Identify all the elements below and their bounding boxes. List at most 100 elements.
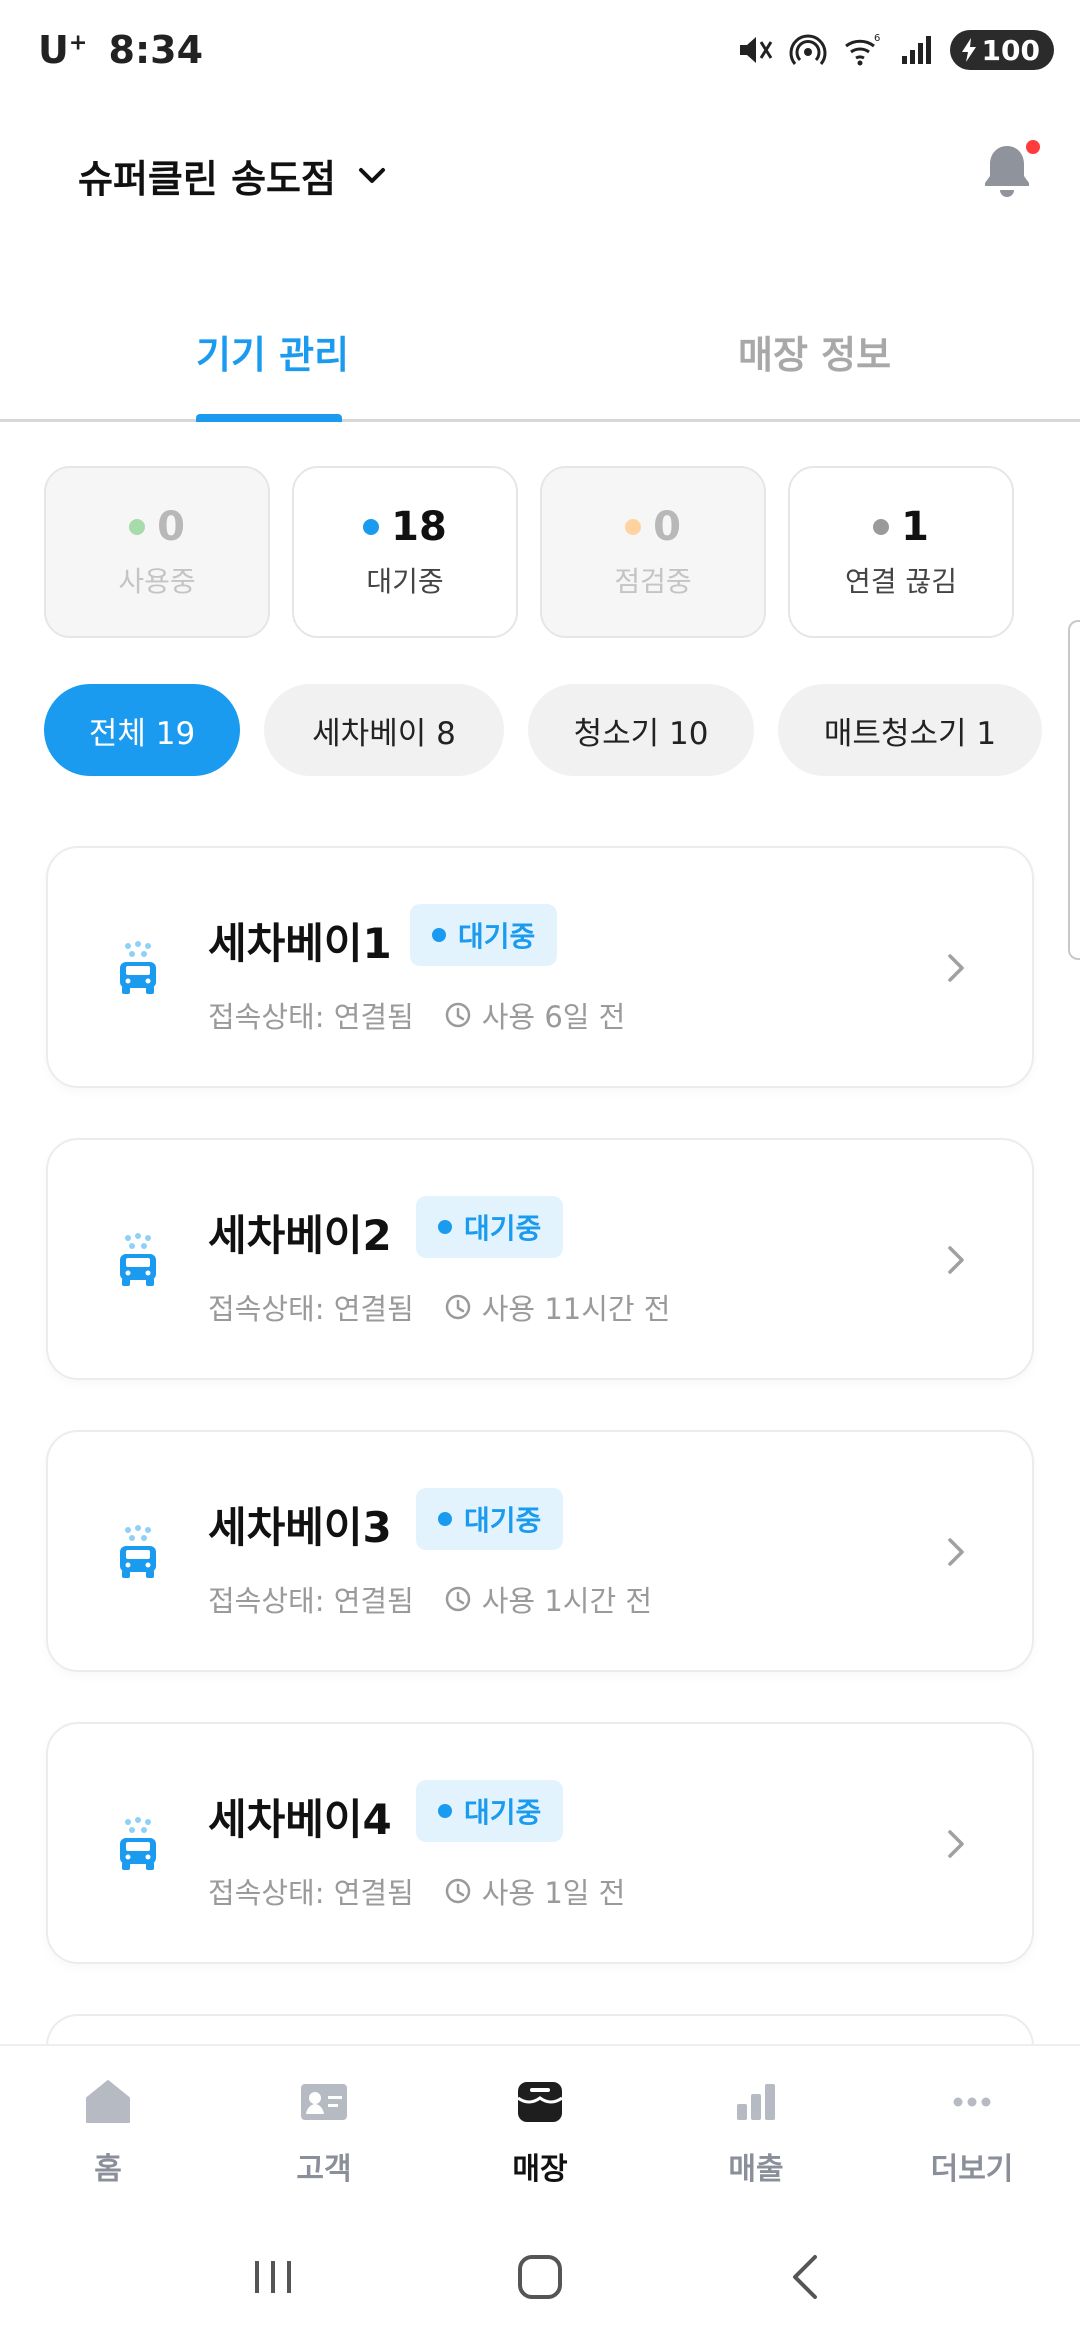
stat-value: 18 xyxy=(391,504,447,550)
tab-bar: 기기 관리 매장 정보 xyxy=(0,300,1080,422)
chevron-down-icon xyxy=(358,167,385,183)
connection-status: 접속상태: 연결됨 xyxy=(208,1000,414,1034)
recent-apps-icon[interactable] xyxy=(243,2247,303,2307)
nav-label: 더보기 xyxy=(930,2152,1014,2187)
last-used: 사용 6일 전 xyxy=(444,994,625,1036)
nav-more[interactable]: 더보기 xyxy=(864,2046,1080,2214)
status-badge: 대기중 xyxy=(416,1196,564,1258)
filter-chip-mat-vacuum[interactable]: 매트청소기 1 xyxy=(778,684,1042,776)
customer-card-icon xyxy=(301,2084,347,2120)
clock-icon xyxy=(445,1878,470,1904)
device-meta: 접속상태: 연결됨 사용 11시간 전 xyxy=(208,1286,671,1328)
nav-label: 매출 xyxy=(728,2152,784,2187)
nav-customer[interactable]: 고객 xyxy=(216,2046,432,2214)
store-icon xyxy=(517,2082,563,2122)
carwash-icon xyxy=(120,1525,156,1578)
carrier-time: U+ 8:34 xyxy=(38,28,203,72)
signal-icon xyxy=(901,36,931,64)
last-used-text: 사용 1시간 전 xyxy=(481,1584,653,1618)
status-badge: 대기중 xyxy=(416,1780,564,1842)
bottom-nav: 홈 고객 매장 매출 더보기 xyxy=(0,2044,1080,2214)
home-icon xyxy=(86,2080,130,2123)
device-card[interactable]: 세차베이1 대기중 접속상태: 연결됨 사용 6일 전 xyxy=(46,846,1034,1088)
status-badge-label: 대기중 xyxy=(464,1212,542,1245)
app-header: 슈퍼클린 송도점 xyxy=(0,130,1080,220)
chevron-right-icon xyxy=(948,1830,964,1858)
device-card[interactable]: 세차베이3 대기중 접속상태: 연결됨 사용 1시간 전 xyxy=(46,1430,1034,1672)
stat-card-disconnected[interactable]: 1 연결 끊김 xyxy=(788,466,1014,638)
status-dot xyxy=(873,519,890,535)
charging-icon xyxy=(961,38,976,62)
wifi-badge: 6 xyxy=(874,33,880,44)
carwash-icon xyxy=(120,941,156,994)
carrier-plus: + xyxy=(68,30,88,56)
stat-value: 1 xyxy=(901,504,929,550)
last-used-text: 사용 11시간 전 xyxy=(481,1292,671,1326)
connection-status: 접속상태: 연결됨 xyxy=(208,1292,414,1326)
stat-value: 0 xyxy=(653,504,681,550)
status-badge-label: 대기중 xyxy=(464,1504,542,1537)
status-summary: 0 사용중 18 대기중 0 점검중 1 연결 끊김 xyxy=(44,466,1014,638)
last-used: 사용 1시간 전 xyxy=(444,1578,652,1620)
clock-icon xyxy=(445,1586,470,1612)
store-name: 슈퍼클린 송도점 xyxy=(78,157,336,201)
nav-label: 홈 xyxy=(94,2152,122,2187)
last-used-text: 사용 1일 전 xyxy=(481,1876,626,1910)
stat-value: 0 xyxy=(157,504,185,550)
nav-label: 고객 xyxy=(296,2152,352,2187)
more-dots-icon xyxy=(953,2097,991,2107)
filter-chip-carwash-bay[interactable]: 세차베이 8 xyxy=(264,684,504,776)
chevron-right-icon xyxy=(948,954,964,982)
carrier: U xyxy=(38,28,69,72)
back-icon[interactable] xyxy=(777,2247,837,2307)
tab-device-management[interactable]: 기기 관리 xyxy=(196,324,349,379)
device-list: 세차베이1 대기중 접속상태: 연결됨 사용 6일 전 세차베이2 대기중 접속… xyxy=(46,846,1034,2124)
device-card[interactable]: 세차베이4 대기중 접속상태: 연결됨 사용 1일 전 xyxy=(46,1722,1034,1964)
device-name: 세차베이2 xyxy=(208,1211,392,1260)
status-badge: 대기중 xyxy=(410,904,558,966)
nav-store[interactable]: 매장 xyxy=(432,2046,648,2214)
nav-label: 매장 xyxy=(512,2152,568,2187)
nav-home[interactable]: 홈 xyxy=(0,2046,216,2214)
notification-dot xyxy=(1026,140,1040,154)
system-nav-bar xyxy=(0,2214,1080,2340)
device-meta: 접속상태: 연결됨 사용 6일 전 xyxy=(208,994,625,1036)
clock-time: 8:34 xyxy=(108,28,204,72)
stat-label: 연결 끊김 xyxy=(845,565,957,598)
chevron-right-icon xyxy=(948,1246,964,1274)
device-name: 세차베이3 xyxy=(208,1503,392,1552)
status-dot xyxy=(625,519,642,535)
filter-chip-vacuum[interactable]: 청소기 10 xyxy=(528,684,754,776)
stat-card-idle[interactable]: 18 대기중 xyxy=(292,466,518,638)
status-dot xyxy=(363,519,380,535)
bar-chart-icon xyxy=(737,2084,775,2120)
device-card[interactable]: 세차베이2 대기중 접속상태: 연결됨 사용 11시간 전 xyxy=(46,1138,1034,1380)
home-button-icon[interactable] xyxy=(510,2247,570,2307)
battery-level: 100 xyxy=(981,33,1040,67)
mute-icon xyxy=(739,37,772,63)
last-used: 사용 1일 전 xyxy=(444,1870,626,1912)
status-badge-label: 대기중 xyxy=(458,920,536,953)
active-tab-indicator xyxy=(196,414,342,422)
tab-store-info[interactable]: 매장 정보 xyxy=(738,324,891,379)
device-name: 세차베이4 xyxy=(208,1795,392,1844)
chevron-right-icon xyxy=(948,1538,964,1566)
battery-indicator: 100 xyxy=(949,30,1054,70)
store-selector[interactable]: 슈퍼클린 송도점 xyxy=(78,148,390,203)
badge-dot xyxy=(438,1804,452,1818)
stat-label: 대기중 xyxy=(366,565,444,598)
filter-chip-all[interactable]: 전체 19 xyxy=(44,684,240,776)
stat-card-maintenance[interactable]: 0 점검중 xyxy=(540,466,766,638)
hotspot-icon xyxy=(789,34,826,65)
badge-dot xyxy=(438,1220,452,1234)
status-dot xyxy=(129,519,146,535)
last-used: 사용 11시간 전 xyxy=(444,1286,671,1328)
device-name: 세차베이1 xyxy=(208,919,392,968)
badge-dot xyxy=(438,1512,452,1526)
status-bar: U+ 8:34 6 100 xyxy=(0,0,1080,100)
nav-sales[interactable]: 매출 xyxy=(648,2046,864,2214)
filter-chips: 전체 19 세차베이 8 청소기 10 매트청소기 1 xyxy=(44,684,1080,776)
stat-label: 사용중 xyxy=(118,565,196,598)
stat-card-in-use[interactable]: 0 사용중 xyxy=(44,466,270,638)
scrollbar[interactable] xyxy=(1068,620,1080,960)
